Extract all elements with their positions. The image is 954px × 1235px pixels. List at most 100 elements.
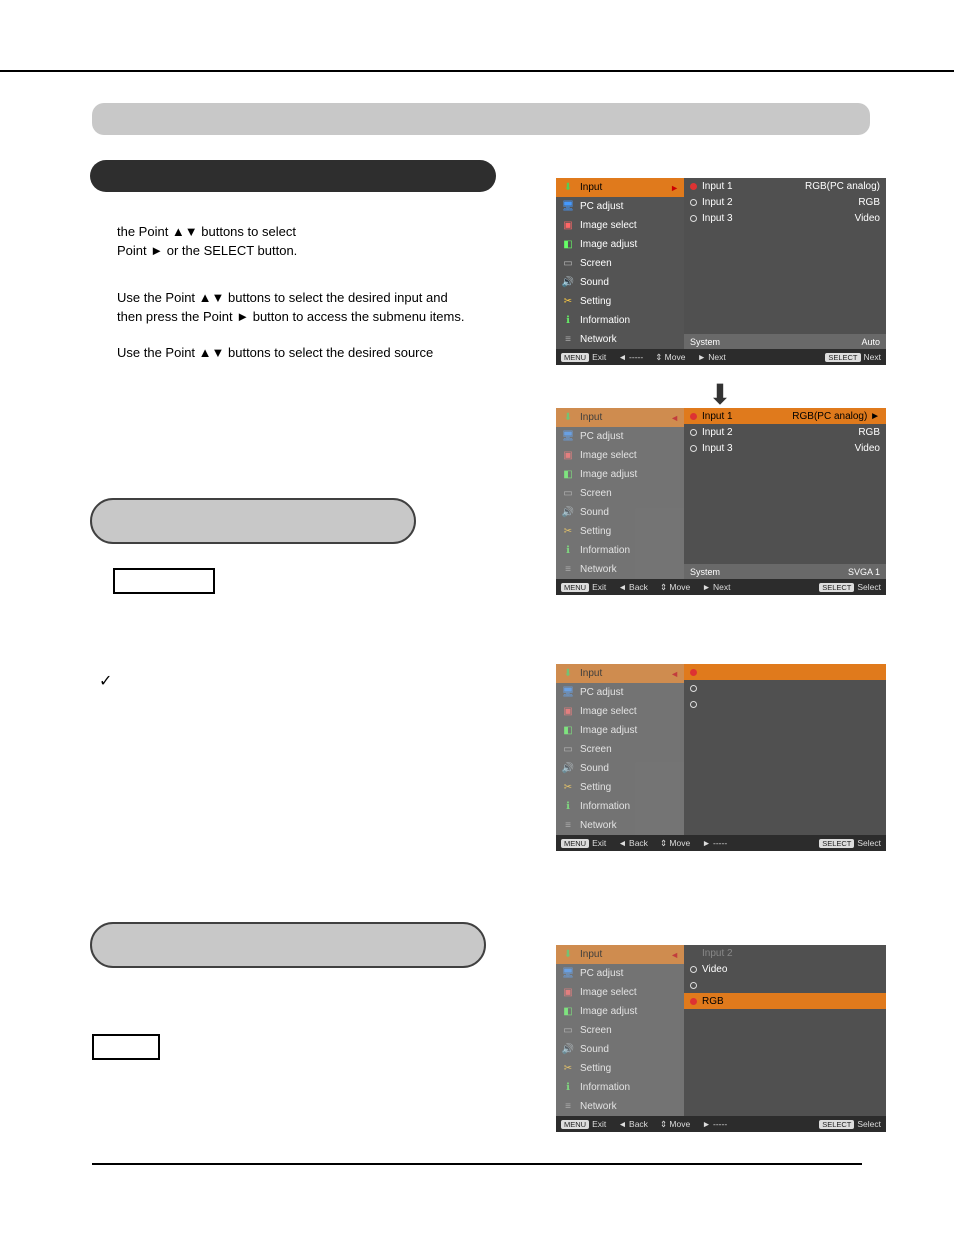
radio-icon xyxy=(690,429,697,436)
menu-item-input[interactable]: ⬇Input xyxy=(556,945,684,964)
menu-item-image-adjust[interactable]: ◧Image adjust xyxy=(556,721,684,740)
pc-icon: 🖥 xyxy=(561,430,575,444)
radio-icon xyxy=(690,701,697,708)
menu-item-sound[interactable]: 🔊Sound xyxy=(556,503,684,522)
instruction-line: Point ► or the SELECT button. xyxy=(117,241,297,261)
submenu-title: Input 2 xyxy=(684,945,886,961)
osd-menu-2: ⬇Input 🖥PC adjust ▣Image select ◧Image a… xyxy=(556,408,886,595)
menu-item-screen[interactable]: ▭Screen xyxy=(556,254,684,273)
menu-left: ⬇Input 🖥PC adjust ▣Image select ◧Image a… xyxy=(556,408,684,579)
menu-item-setting[interactable]: ✂Setting xyxy=(556,522,684,541)
system-row[interactable]: SystemSVGA 1 xyxy=(684,564,886,579)
submenu-item[interactable]: Input 2RGB xyxy=(684,424,886,440)
menu-item-pc-adjust[interactable]: 🖥PC adjust xyxy=(556,427,684,446)
menu-item-sound[interactable]: 🔊Sound xyxy=(556,1040,684,1059)
instruction-line: then press the Point ► button to access … xyxy=(117,307,464,327)
menu-item-information[interactable]: ℹInformation xyxy=(556,797,684,816)
menu-item-information[interactable]: ℹInformation xyxy=(556,311,684,330)
radio-selected-icon xyxy=(690,998,697,1005)
menu-left: ⬇Input 🖥PC adjust ▣Image select ◧Image a… xyxy=(556,178,684,349)
menu-item-sound[interactable]: 🔊Sound xyxy=(556,273,684,292)
menu-item-pc-adjust[interactable]: 🖥PC adjust xyxy=(556,964,684,983)
section-title-bar xyxy=(92,103,870,135)
menu-left: ⬇Input 🖥PC adjust ▣Image select ◧Image a… xyxy=(556,664,684,835)
sound-icon: 🔊 xyxy=(561,506,575,520)
radio-selected-icon xyxy=(690,183,697,190)
info-icon: ℹ xyxy=(561,314,575,328)
submenu-item[interactable]: Input 3Video xyxy=(684,210,886,226)
menu-item-image-adjust[interactable]: ◧Image adjust xyxy=(556,235,684,254)
submenu-item[interactable] xyxy=(684,680,886,696)
menu-item-image-adjust[interactable]: ◧Image adjust xyxy=(556,465,684,484)
input-icon: ⬇ xyxy=(561,411,575,425)
menu-item-network[interactable]: ≡Network xyxy=(556,1097,684,1116)
button-outline xyxy=(113,568,215,594)
image-select-icon: ▣ xyxy=(561,219,575,233)
menu-item-network[interactable]: ≡Network xyxy=(556,816,684,835)
info-icon: ℹ xyxy=(561,800,575,814)
submenu-item[interactable] xyxy=(684,696,886,712)
osd-footer: MENUExit ◄ Back ⇕ Move ► Next SELECTSele… xyxy=(556,579,886,595)
menu-item-image-adjust[interactable]: ◧Image adjust xyxy=(556,1002,684,1021)
menu-item-network[interactable]: ≡Network xyxy=(556,330,684,349)
osd-menu-1: ⬇Input 🖥PC adjust ▣Image select ◧Image a… xyxy=(556,178,886,365)
submenu-item[interactable] xyxy=(684,664,886,680)
input-icon: ⬇ xyxy=(561,667,575,681)
menu-item-image-select[interactable]: ▣Image select xyxy=(556,446,684,465)
menu-item-image-select[interactable]: ▣Image select xyxy=(556,983,684,1002)
input-icon: ⬇ xyxy=(561,181,575,195)
select-key-icon: SELECT xyxy=(819,1120,854,1129)
menu-item-pc-adjust[interactable]: 🖥PC adjust xyxy=(556,683,684,702)
submenu-item[interactable]: Video xyxy=(684,961,886,977)
radio-icon xyxy=(690,215,697,222)
menu-item-setting[interactable]: ✂Setting xyxy=(556,292,684,311)
submenu-right xyxy=(684,664,886,835)
check-icon: ✓ xyxy=(99,671,112,691)
menu-item-pc-adjust[interactable]: 🖥PC adjust xyxy=(556,197,684,216)
menu-item-input[interactable]: ⬇Input xyxy=(556,664,684,683)
menu-item-image-select[interactable]: ▣Image select xyxy=(556,216,684,235)
submenu-item[interactable]: Input 3Video xyxy=(684,440,886,456)
menu-left: ⬇Input 🖥PC adjust ▣Image select ◧Image a… xyxy=(556,945,684,1116)
menu-item-input[interactable]: ⬇Input xyxy=(556,178,684,197)
menu-item-setting[interactable]: ✂Setting xyxy=(556,778,684,797)
network-icon: ≡ xyxy=(561,333,575,347)
menu-item-screen[interactable]: ▭Screen xyxy=(556,484,684,503)
screen-icon: ▭ xyxy=(561,487,575,501)
osd-menu-4: ⬇Input 🖥PC adjust ▣Image select ◧Image a… xyxy=(556,945,886,1132)
menu-item-screen[interactable]: ▭Screen xyxy=(556,1021,684,1040)
menu-item-network[interactable]: ≡Network xyxy=(556,560,684,579)
submenu-item[interactable] xyxy=(684,977,886,993)
menu-item-screen[interactable]: ▭Screen xyxy=(556,740,684,759)
menu-key-icon: MENU xyxy=(561,353,589,362)
network-icon: ≡ xyxy=(561,563,575,577)
menu-item-sound[interactable]: 🔊Sound xyxy=(556,759,684,778)
image-adjust-icon: ◧ xyxy=(561,1005,575,1019)
screen-icon: ▭ xyxy=(561,1024,575,1038)
submenu-item[interactable]: Input 1RGB(PC analog) xyxy=(684,178,886,194)
menu-item-image-select[interactable]: ▣Image select xyxy=(556,702,684,721)
menu-item-setting[interactable]: ✂Setting xyxy=(556,1059,684,1078)
input-icon: ⬇ xyxy=(561,948,575,962)
sound-icon: 🔊 xyxy=(561,276,575,290)
submenu-right: Input 1RGB(PC analog) Input 2RGB Input 3… xyxy=(684,178,886,349)
radio-icon xyxy=(690,685,697,692)
menu-item-information[interactable]: ℹInformation xyxy=(556,1078,684,1097)
osd-footer: MENUExit ◄ Back ⇕ Move ► ----- SELECTSel… xyxy=(556,1116,886,1132)
menu-item-input[interactable]: ⬇Input xyxy=(556,408,684,427)
menu-item-information[interactable]: ℹInformation xyxy=(556,541,684,560)
sound-icon: 🔊 xyxy=(561,1043,575,1057)
submenu-item[interactable]: Input 2RGB xyxy=(684,194,886,210)
system-row[interactable]: SystemAuto xyxy=(684,334,886,349)
image-select-icon: ▣ xyxy=(561,986,575,1000)
image-adjust-icon: ◧ xyxy=(561,238,575,252)
select-key-icon: SELECT xyxy=(819,839,854,848)
submenu-item[interactable]: Input 1RGB(PC analog) ► xyxy=(684,408,886,424)
menu-key-icon: MENU xyxy=(561,583,589,592)
info-icon: ℹ xyxy=(561,1081,575,1095)
network-icon: ≡ xyxy=(561,819,575,833)
submenu-item[interactable]: RGB xyxy=(684,993,886,1009)
image-adjust-icon: ◧ xyxy=(561,468,575,482)
arrow-down-icon: ⬇ xyxy=(695,378,745,411)
select-key-icon: SELECT xyxy=(825,353,860,362)
